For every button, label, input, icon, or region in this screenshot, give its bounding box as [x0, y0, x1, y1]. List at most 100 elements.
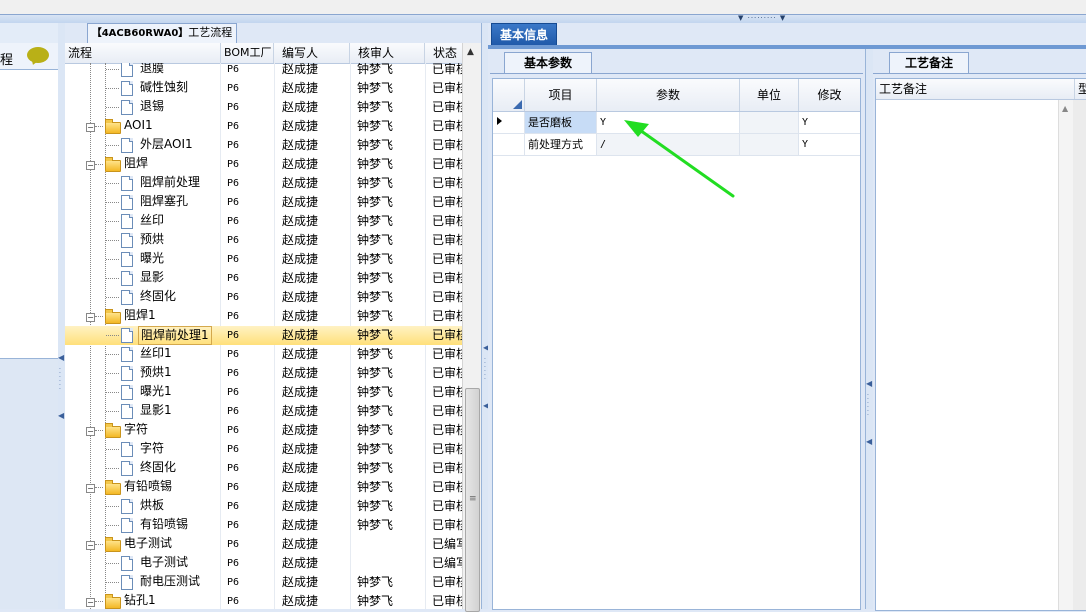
tree-step-row[interactable]: 阻焊塞孔 P6 赵成捷 钟梦飞 已审核 [65, 193, 462, 212]
process-step-name[interactable]: 耐电压测试 [138, 573, 202, 590]
param-modify[interactable]: Y [799, 134, 860, 155]
tree-step-row[interactable]: 退锡 P6 赵成捷 钟梦飞 已审核 [65, 98, 462, 117]
process-step-name[interactable]: 曝光1 [138, 383, 174, 400]
process-step-name[interactable]: 退膜 [138, 63, 166, 77]
col-header-param[interactable]: 参数 [597, 79, 740, 111]
process-step-name[interactable]: 碱性蚀刻 [138, 79, 190, 96]
tree-step-row[interactable]: 阻焊前处理1 P6 赵成捷 钟梦飞 已审核 [65, 326, 462, 345]
process-step-name[interactable]: 外层AOI1 [138, 136, 195, 153]
tree-step-row[interactable]: 有铅喷锡 P6 赵成捷 钟梦飞 已审核 [65, 516, 462, 535]
collapse-toggle-icon[interactable]: − [86, 161, 95, 170]
col-header-item[interactable]: 项目 [525, 79, 597, 111]
tree-group-row[interactable]: − 阻焊 P6 赵成捷 钟梦飞 已审核 [65, 155, 462, 174]
process-step-name[interactable]: 丝印 [138, 212, 166, 229]
col-header-writer[interactable]: 编写人 [274, 43, 350, 63]
tree-group-row[interactable]: − AOI1 P6 赵成捷 钟梦飞 已审核 [65, 117, 462, 136]
col-header-reviewer[interactable]: 核审人 [350, 43, 425, 63]
process-step-name[interactable]: 显影 [138, 269, 166, 286]
tree-step-row[interactable]: 碱性蚀刻 P6 赵成捷 钟梦飞 已审核 [65, 79, 462, 98]
tree-step-row[interactable]: 预烘1 P6 赵成捷 钟梦飞 已审核 [65, 364, 462, 383]
process-step-name[interactable]: 终固化 [138, 459, 178, 476]
tree-step-row[interactable]: 阻焊前处理 P6 赵成捷 钟梦飞 已审核 [65, 174, 462, 193]
process-step-name[interactable]: 有铅喷锡 [122, 478, 174, 495]
scrollbar-thumb[interactable]: ≡ [465, 388, 480, 612]
col-header-status[interactable]: 状态 [425, 43, 462, 63]
param-unit[interactable] [740, 134, 799, 155]
col-header-bom[interactable]: BOM工厂 [221, 43, 274, 63]
collapse-toggle-icon[interactable]: − [86, 427, 95, 436]
tree-step-row[interactable]: 退膜 P6 赵成捷 钟梦飞 已审核 [65, 63, 462, 79]
params-row[interactable]: 前处理方式 / Y [493, 134, 860, 156]
tree-step-row[interactable]: 烘板 P6 赵成捷 钟梦飞 已审核 [65, 497, 462, 516]
tab-process-notes[interactable]: 工艺备注 [889, 52, 969, 73]
col-header-type[interactable]: 型 [1074, 79, 1086, 99]
tree-step-row[interactable]: 丝印 P6 赵成捷 钟梦飞 已审核 [65, 212, 462, 231]
process-step-name[interactable]: 电子测试 [138, 554, 190, 571]
notes-scrollbar[interactable]: ▲ [1058, 100, 1073, 610]
col-header-unit[interactable]: 单位 [740, 79, 799, 111]
collapse-toggle-icon[interactable]: − [86, 123, 95, 132]
col-header-process[interactable]: 流程 [65, 43, 221, 63]
notes-textarea[interactable] [876, 100, 1071, 610]
process-panel-tab[interactable]: 【4ACB60RWA0】工艺流程 [87, 23, 237, 43]
col-header-modify[interactable]: 修改 [799, 79, 860, 111]
process-step-name[interactable]: 预烘1 [138, 364, 174, 381]
splitter-arrow-icon[interactable]: ◀ [866, 437, 872, 446]
tree-step-row[interactable]: 显影1 P6 赵成捷 钟梦飞 已审核 [65, 402, 462, 421]
collapse-grip-icon[interactable]: ▼ ········· ▼ [738, 14, 786, 22]
tree-step-row[interactable]: 预烘 P6 赵成捷 钟梦飞 已审核 [65, 231, 462, 250]
collapse-toggle-icon[interactable]: − [86, 541, 95, 550]
process-step-name[interactable]: 预烘 [138, 231, 166, 248]
process-step-name[interactable]: 烘板 [138, 497, 166, 514]
process-step-name[interactable]: 有铅喷锡 [138, 516, 190, 533]
process-step-name[interactable]: 电子测试 [122, 535, 174, 552]
tree-step-row[interactable]: 字符 P6 赵成捷 钟梦飞 已审核 [65, 440, 462, 459]
process-step-name[interactable]: 阻焊前处理 [138, 174, 202, 191]
process-step-name[interactable]: 曝光 [138, 250, 166, 267]
process-step-name[interactable]: 字符 [122, 421, 150, 438]
process-step-name[interactable]: 阻焊 [122, 155, 150, 172]
tree-step-row[interactable]: 耐电压测试 P6 赵成捷 钟梦飞 已审核 [65, 573, 462, 592]
param-modify[interactable]: Y [799, 112, 860, 133]
splitter-arrow-icon[interactable]: ◀ [58, 411, 64, 420]
tree-group-row[interactable]: − 钻孔1 P6 赵成捷 钟梦飞 已审核 [65, 592, 462, 609]
tab-basic-info[interactable]: 基本信息 [491, 23, 557, 46]
process-step-name[interactable]: 阻焊前处理1 [138, 326, 212, 345]
tree-step-row[interactable]: 丝印1 P6 赵成捷 钟梦飞 已审核 [65, 345, 462, 364]
tree-group-row[interactable]: − 电子测试 P6 赵成捷 已编写 [65, 535, 462, 554]
tree-step-row[interactable]: 曝光 P6 赵成捷 钟梦飞 已审核 [65, 250, 462, 269]
splitter-grip-icon[interactable]: · · · · · · [59, 367, 61, 393]
tab-basic-params[interactable]: 基本参数 [504, 52, 592, 73]
process-step-name[interactable]: 钻孔1 [122, 592, 158, 609]
param-value[interactable]: Y [597, 112, 740, 133]
param-unit[interactable] [740, 112, 799, 133]
col-header-notes[interactable]: 工艺备注 [879, 79, 927, 99]
splitter-arrow-icon[interactable]: ◀ [58, 353, 64, 362]
tree-step-row[interactable]: 外层AOI1 P6 赵成捷 钟梦飞 已审核 [65, 136, 462, 155]
param-value[interactable]: / [597, 134, 740, 155]
chat-bubble-icon[interactable] [27, 47, 49, 63]
process-step-name[interactable]: 终固化 [138, 288, 178, 305]
params-row[interactable]: 是否磨板 Y Y [493, 112, 860, 134]
tree-step-row[interactable]: 终固化 P6 赵成捷 钟梦飞 已审核 [65, 459, 462, 478]
scroll-up-icon[interactable]: ▲ [1062, 104, 1068, 113]
tree-step-row[interactable]: 终固化 P6 赵成捷 钟梦飞 已审核 [65, 288, 462, 307]
collapse-toggle-icon[interactable]: − [86, 598, 95, 607]
tree-step-row[interactable]: 电子测试 P6 赵成捷 已编写 [65, 554, 462, 573]
process-step-name[interactable]: AOI1 [122, 117, 155, 134]
splitter-grip-icon[interactable]: · · · · · · [867, 393, 869, 419]
process-step-name[interactable]: 退锡 [138, 98, 166, 115]
tree-group-row[interactable]: − 有铅喷锡 P6 赵成捷 钟梦飞 已审核 [65, 478, 462, 497]
process-scrollbar[interactable]: ▲ ≡ [462, 43, 482, 612]
process-step-name[interactable]: 字符 [138, 440, 166, 457]
collapse-toggle-icon[interactable]: − [86, 484, 95, 493]
splitter-arrow-icon[interactable]: ◀ [866, 379, 872, 388]
collapse-toggle-icon[interactable]: − [86, 313, 95, 322]
param-item[interactable]: 是否磨板 [525, 112, 597, 133]
tree-step-row[interactable]: 显影 P6 赵成捷 钟梦飞 已审核 [65, 269, 462, 288]
tree-group-row[interactable]: − 阻焊1 P6 赵成捷 钟梦飞 已审核 [65, 307, 462, 326]
param-item[interactable]: 前处理方式 [525, 134, 597, 155]
splitter-grip-icon[interactable]: · · · · · · [484, 357, 486, 383]
process-step-name[interactable]: 丝印1 [138, 345, 174, 362]
process-step-name[interactable]: 阻焊1 [122, 307, 158, 324]
